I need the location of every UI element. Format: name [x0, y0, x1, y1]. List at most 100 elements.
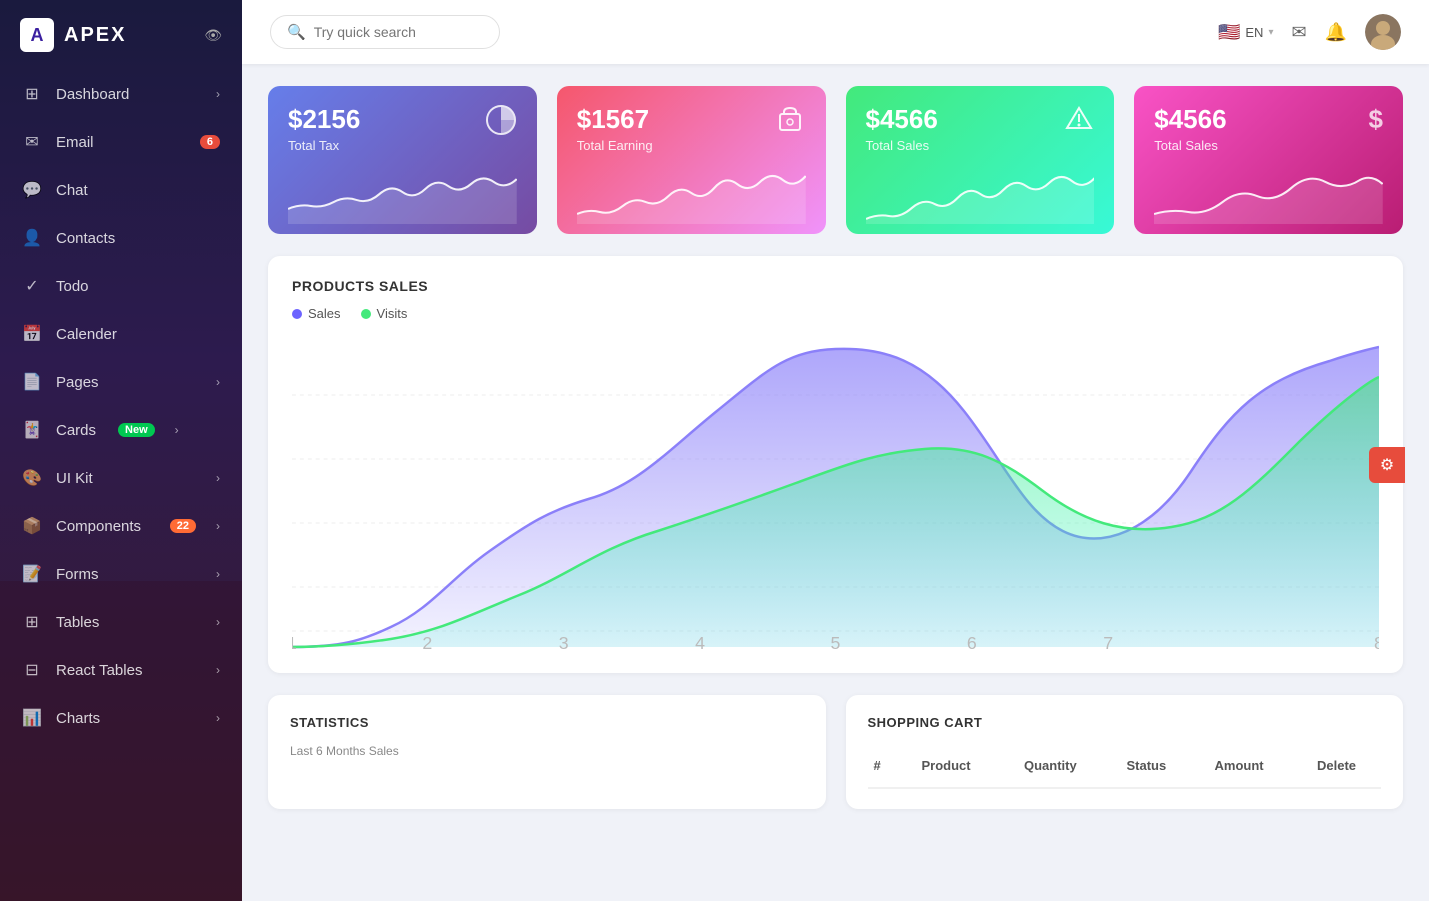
todo-icon: ✓ — [22, 276, 42, 296]
legend-sales: Sales — [292, 306, 341, 321]
nav-item-tables[interactable]: ⊞ Tables › — [0, 598, 242, 646]
nav-item-todo[interactable]: ✓ Todo — [0, 262, 242, 310]
cards-icon: 🃏 — [22, 420, 42, 440]
col-quantity: Quantity — [1018, 754, 1113, 777]
table-header: # Product Quantity Status Amount Delete — [868, 744, 1382, 789]
nav-label-calender: Calender — [56, 326, 117, 343]
nav-item-forms[interactable]: 📝 Forms › — [0, 550, 242, 598]
bell-icon[interactable]: 🔔 — [1325, 22, 1347, 43]
nav-label-tables: Tables — [56, 614, 99, 631]
nav-label-todo: Todo — [56, 278, 89, 295]
sparkline-earning — [577, 164, 806, 234]
content: $2156 Total Tax — [242, 64, 1429, 901]
nav-item-uikit[interactable]: 🎨 UI Kit › — [0, 454, 242, 502]
svg-text:2: 2 — [422, 633, 432, 651]
components-icon: 📦 — [22, 516, 42, 536]
nav-item-contacts[interactable]: 👤 Contacts — [0, 214, 242, 262]
avatar[interactable] — [1365, 14, 1401, 50]
nav-item-pages[interactable]: 📄 Pages › — [0, 358, 242, 406]
uikit-icon: 🎨 — [22, 468, 42, 488]
svg-text:1: 1 — [292, 633, 297, 651]
shopping-cart-card: SHOPPING CART # Product Quantity Status … — [846, 695, 1404, 809]
chart-settings-button[interactable]: ⚙ — [1369, 447, 1405, 483]
chart-legend: Sales Visits — [292, 306, 1379, 321]
svg-text:8: 8 — [1374, 633, 1379, 651]
language-selector[interactable]: 🇺🇸 EN ▾ — [1218, 22, 1274, 43]
flag-icon: 🇺🇸 — [1218, 22, 1240, 43]
stat-value-sales1: $4566 — [866, 104, 938, 135]
mail-icon[interactable]: ✉ — [1291, 22, 1306, 43]
stat-label-earning: Total Earning — [577, 138, 653, 153]
stat-icon-earning — [774, 104, 806, 143]
email-icon: ✉ — [22, 132, 42, 152]
stat-value-earning: $1567 — [577, 104, 653, 135]
chat-icon: 💬 — [22, 180, 42, 200]
nav-label-dashboard: Dashboard — [56, 86, 129, 103]
gear-icon: ⚙ — [1380, 455, 1394, 475]
nav-label-react-tables: React Tables — [56, 662, 142, 679]
header: 🔍 🇺🇸 EN ▾ ✉ 🔔 — [242, 0, 1429, 64]
nav-label-cards: Cards — [56, 422, 96, 439]
svg-text:3: 3 — [559, 633, 569, 651]
logo-icon: A — [20, 18, 54, 52]
sparkline-tax — [288, 164, 517, 234]
header-right: 🇺🇸 EN ▾ ✉ 🔔 — [1218, 14, 1401, 50]
contacts-icon: 👤 — [22, 228, 42, 248]
col-status: Status — [1121, 754, 1201, 777]
nav-item-components[interactable]: 📦 Components 22 › — [0, 502, 242, 550]
nav-item-cards[interactable]: 🃏 Cards New › — [0, 406, 242, 454]
legend-label-sales: Sales — [308, 306, 341, 321]
chevron-down-icon: ▾ — [1268, 27, 1273, 38]
legend-label-visits: Visits — [377, 306, 408, 321]
shopping-cart-title: SHOPPING CART — [868, 715, 1382, 730]
stat-card-total-sales-1: $4566 Total Sales — [846, 86, 1115, 234]
statistics-subtitle: Last 6 Months Sales — [290, 744, 804, 758]
components-badge: 22 — [170, 519, 196, 533]
search-box[interactable]: 🔍 — [270, 15, 500, 49]
col-product: Product — [916, 754, 1011, 777]
nav-label-contacts: Contacts — [56, 230, 115, 247]
charts-icon: 📊 — [22, 708, 42, 728]
svg-text:4: 4 — [695, 633, 705, 651]
sidebar: A APEX 👁 ⊞ Dashboard › ✉ Email 6 💬 Chat … — [0, 0, 242, 901]
stat-icon-tax — [485, 104, 517, 143]
search-icon: 🔍 — [287, 23, 306, 41]
col-amount: Amount — [1209, 754, 1304, 777]
statistics-title: STATISTICS — [290, 715, 804, 730]
chart-title: PRODUCTS SALES — [292, 278, 1379, 294]
chevron-right-icon: › — [216, 375, 220, 389]
nav-item-dashboard[interactable]: ⊞ Dashboard › — [0, 70, 242, 118]
svg-text:7: 7 — [1103, 633, 1113, 651]
stat-card-total-sales-2: $4566 Total Sales $ — [1134, 86, 1403, 234]
col-delete: Delete — [1311, 754, 1381, 777]
stat-label-sales1: Total Sales — [866, 138, 938, 153]
nav-item-calender[interactable]: 📅 Calender — [0, 310, 242, 358]
nav-item-email[interactable]: ✉ Email 6 — [0, 118, 242, 166]
sidebar-toggle[interactable]: 👁 — [204, 27, 222, 44]
search-input[interactable] — [314, 24, 474, 40]
area-chart: 50 40 30 20 10 0 1 2 3 4 — [292, 331, 1379, 651]
language-label: EN — [1245, 25, 1263, 40]
nav-label-email: Email — [56, 134, 94, 151]
stat-card-total-tax: $2156 Total Tax — [268, 86, 537, 234]
stat-icon-sales1 — [1064, 104, 1094, 141]
legend-dot-visits — [361, 309, 371, 319]
chevron-right-icon: › — [216, 471, 220, 485]
svg-text:6: 6 — [967, 633, 977, 651]
bottom-row: STATISTICS Last 6 Months Sales SHOPPING … — [268, 695, 1403, 809]
sparkline-sales2 — [1154, 164, 1383, 234]
app-name: APEX — [64, 24, 126, 47]
nav-item-react-tables[interactable]: ⊟ React Tables › — [0, 646, 242, 694]
nav-item-charts[interactable]: 📊 Charts › — [0, 694, 242, 742]
statistics-card: STATISTICS Last 6 Months Sales — [268, 695, 826, 809]
svg-text:5: 5 — [831, 633, 841, 651]
products-sales-chart: PRODUCTS SALES Sales Visits — [268, 256, 1403, 673]
chevron-right-icon: › — [216, 711, 220, 725]
stat-value-sales2: $4566 — [1154, 104, 1226, 135]
chevron-right-icon: › — [216, 615, 220, 629]
nav-item-chat[interactable]: 💬 Chat — [0, 166, 242, 214]
chevron-right-icon: › — [216, 87, 220, 101]
cards-badge: New — [118, 423, 155, 437]
calender-icon: 📅 — [22, 324, 42, 344]
nav-label-uikit: UI Kit — [56, 470, 93, 487]
